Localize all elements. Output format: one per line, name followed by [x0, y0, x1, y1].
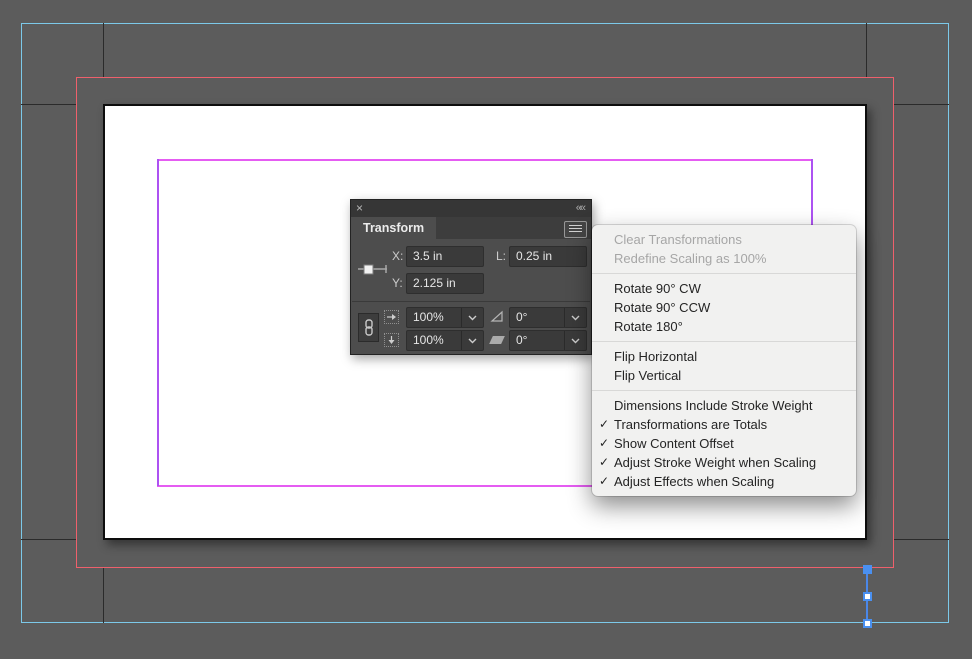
page-edge-extension: [103, 568, 104, 623]
panel-titlebar[interactable]: × ««: [351, 200, 591, 217]
menu-item[interactable]: ✓ Adjust Effects when Scaling: [592, 472, 856, 491]
shear-combo[interactable]: 0°: [509, 330, 587, 351]
menu-item: Clear Transformations: [592, 230, 856, 249]
length-field-label: L:: [496, 249, 507, 263]
menu-item-label: Clear Transformations: [614, 232, 742, 247]
menu-section: Flip Horizontal Flip Vertical: [592, 341, 856, 390]
panel-tabstrip: Transform: [351, 217, 591, 239]
y-position-field[interactable]: 2.125 in: [406, 273, 484, 294]
chevron-down-icon[interactable]: [564, 308, 586, 327]
chevron-down-icon[interactable]: [461, 308, 483, 327]
scale-y-value[interactable]: 100%: [413, 331, 444, 350]
length-field[interactable]: 0.25 in: [509, 246, 587, 267]
column-guide-left: [157, 159, 159, 486]
panel-menu-button[interactable]: [564, 221, 587, 238]
rotation-combo[interactable]: 0°: [509, 307, 587, 328]
menu-item-label: Adjust Effects when Scaling: [614, 474, 775, 489]
menu-item[interactable]: ✓ Transformations are Totals: [592, 415, 856, 434]
menu-item[interactable]: Flip Horizontal: [592, 347, 856, 366]
shear-angle-icon: [489, 336, 505, 344]
menu-item-label: Redefine Scaling as 100%: [614, 251, 767, 266]
page-edge-extension: [866, 23, 867, 77]
menu-item: Redefine Scaling as 100%: [592, 249, 856, 268]
reference-point-proxy[interactable]: [357, 260, 389, 278]
x-field-label: X:: [392, 249, 404, 263]
menu-item-label: Flip Vertical: [614, 368, 682, 383]
page-edge-extension: [21, 539, 76, 540]
selection-handle-middle[interactable]: [863, 592, 872, 601]
menu-item[interactable]: Rotate 90° CCW: [592, 298, 856, 317]
scale-y-icon: [384, 333, 399, 347]
menu-item-label: Rotate 90° CCW: [614, 300, 711, 315]
menu-item[interactable]: Dimensions Include Stroke Weight: [592, 396, 856, 415]
transform-panel: × «« Transform X: 3.5 in L: 0.25 in Y: 2…: [350, 199, 592, 355]
menu-item[interactable]: ✓ Show Content Offset: [592, 434, 856, 453]
y-field-label: Y:: [392, 276, 403, 290]
checkmark-icon: ✓: [599, 417, 610, 431]
selection-handle-bottom[interactable]: [863, 619, 872, 628]
constrain-scale-link-button[interactable]: [358, 313, 379, 342]
page-edge-extension: [21, 104, 76, 105]
menu-section: Dimensions Include Stroke Weight ✓ Transfo…: [592, 390, 856, 496]
menu-item[interactable]: ✓ Adjust Stroke Weight when Scaling: [592, 453, 856, 472]
page-edge-extension: [894, 104, 949, 105]
chain-link-icon: [365, 319, 373, 336]
x-position-field[interactable]: 3.5 in: [406, 246, 484, 267]
menu-item-label: Dimensions Include Stroke Weight: [614, 398, 813, 413]
scale-x-combo[interactable]: 100%: [406, 307, 484, 328]
rotation-angle-icon: [490, 310, 503, 322]
menu-item-label: Adjust Stroke Weight when Scaling: [614, 455, 817, 470]
menu-item-label: Rotate 90° CW: [614, 281, 701, 296]
checkmark-icon: ✓: [599, 474, 610, 488]
panel-divider: [352, 301, 590, 302]
rotation-value[interactable]: 0°: [516, 308, 527, 327]
context-menu: Clear Transformations Redefine Scaling as…: [592, 225, 856, 496]
close-icon[interactable]: ×: [356, 201, 363, 216]
scale-x-icon: [384, 310, 399, 324]
hamburger-icon: [569, 225, 582, 234]
menu-item-label: Transformations are Totals: [614, 417, 768, 432]
collapse-panel-icon[interactable]: ««: [576, 201, 586, 216]
menu-item-label: Flip Horizontal: [614, 349, 698, 364]
chevron-down-icon[interactable]: [461, 331, 483, 350]
menu-item-label: Rotate 180°: [614, 319, 683, 334]
checkmark-icon: ✓: [599, 436, 610, 450]
menu-section: Rotate 90° CW Rotate 90° CCW Rotate 180°: [592, 273, 856, 341]
menu-section: Clear Transformations Redefine Scaling as…: [592, 225, 856, 273]
checkmark-icon: ✓: [599, 455, 610, 469]
menu-item[interactable]: Rotate 90° CW: [592, 279, 856, 298]
page-edge-extension: [894, 539, 949, 540]
page-edge-extension: [103, 23, 104, 77]
scale-y-combo[interactable]: 100%: [406, 330, 484, 351]
chevron-down-icon[interactable]: [564, 331, 586, 350]
scale-x-value[interactable]: 100%: [413, 308, 444, 327]
selection-handle-top[interactable]: [863, 565, 872, 574]
menu-item-label: Show Content Offset: [614, 436, 734, 451]
shear-value[interactable]: 0°: [516, 331, 527, 350]
menu-item[interactable]: Rotate 180°: [592, 317, 856, 336]
margin-guide-top: [157, 159, 812, 161]
menu-item[interactable]: Flip Vertical: [592, 366, 856, 385]
tab-transform[interactable]: Transform: [351, 217, 436, 239]
